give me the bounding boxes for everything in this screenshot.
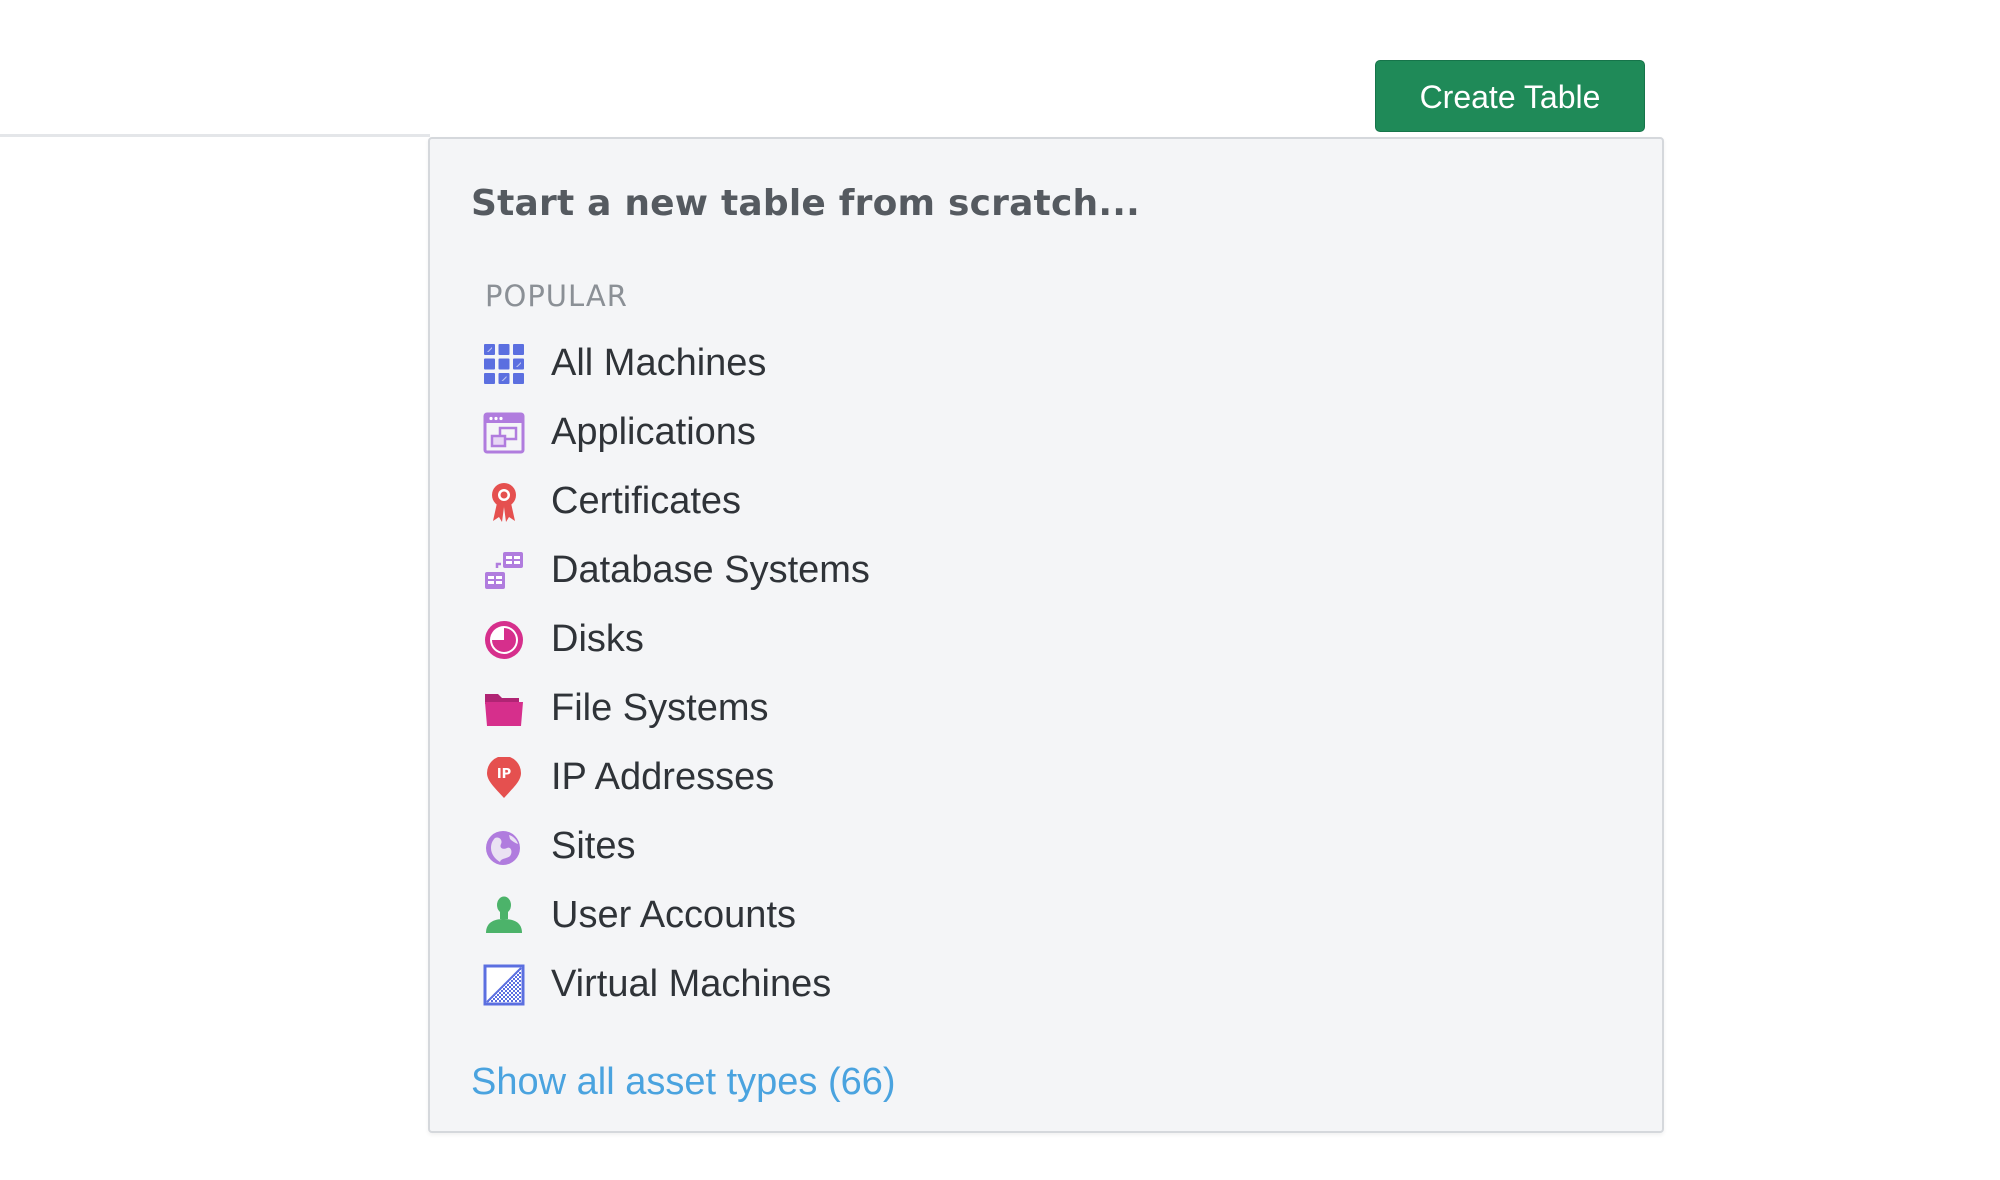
asset-type-list: All Machines Applications Certificates D… <box>430 329 1662 1019</box>
asset-type-label: Virtual Machines <box>551 963 832 1005</box>
asset-type-all-machines[interactable]: All Machines <box>430 329 1662 398</box>
grid-icon <box>483 343 525 385</box>
asset-type-label: Applications <box>551 411 756 453</box>
asset-type-label: Certificates <box>551 480 742 522</box>
user-icon <box>483 895 525 937</box>
asset-type-label: Sites <box>551 825 636 867</box>
folder-icon <box>483 688 525 730</box>
database-tables-icon <box>483 550 525 592</box>
asset-type-ip-addresses[interactable]: IP IP Addresses <box>430 743 1662 812</box>
asset-type-label: IP Addresses <box>551 756 775 798</box>
asset-type-virtual-machines[interactable]: Virtual Machines <box>430 950 1662 1019</box>
create-table-button[interactable]: Create Table <box>1375 60 1645 132</box>
asset-type-certificates[interactable]: Certificates <box>430 467 1662 536</box>
globe-icon <box>483 826 525 868</box>
svg-text:IP: IP <box>497 767 511 782</box>
asset-type-label: User Accounts <box>551 894 796 936</box>
create-table-dropdown: Start a new table from scratch... POPULA… <box>428 137 1664 1133</box>
asset-type-applications[interactable]: Applications <box>430 398 1662 467</box>
section-label-popular: POPULAR <box>485 279 628 313</box>
asset-type-file-systems[interactable]: File Systems <box>430 674 1662 743</box>
show-all-asset-types-link[interactable]: Show all asset types (66) <box>471 1061 896 1104</box>
ip-pin-icon: IP <box>483 756 525 799</box>
asset-type-disks[interactable]: Disks <box>430 605 1662 674</box>
asset-type-database-systems[interactable]: Database Systems <box>430 536 1662 605</box>
asset-type-user-accounts[interactable]: User Accounts <box>430 881 1662 950</box>
asset-type-label: File Systems <box>551 687 769 729</box>
virtual-machine-icon <box>483 964 525 1006</box>
disk-pie-icon <box>483 619 525 661</box>
dropdown-title: Start a new table from scratch... <box>471 183 1140 224</box>
asset-type-label: Database Systems <box>551 549 870 591</box>
certificate-ribbon-icon <box>483 481 525 523</box>
asset-type-sites[interactable]: Sites <box>430 812 1662 881</box>
application-window-icon <box>483 412 525 454</box>
header-divider <box>0 134 430 137</box>
asset-type-label: Disks <box>551 618 644 660</box>
asset-type-label: All Machines <box>551 342 767 384</box>
